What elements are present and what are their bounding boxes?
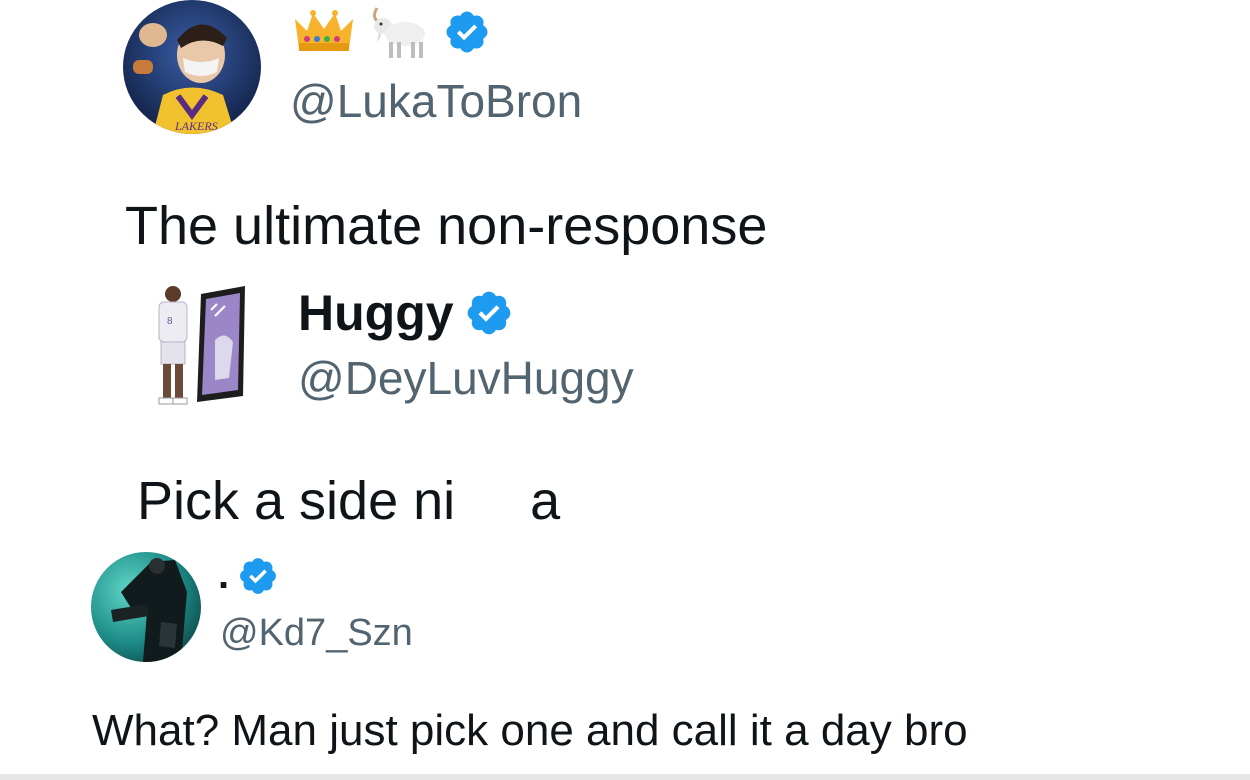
user-handle[interactable]: @Kd7_Szn bbox=[220, 612, 413, 655]
display-name[interactable]: Huggy bbox=[298, 284, 454, 342]
avatar-player-mirror-icon[interactable]: 8 bbox=[145, 280, 257, 408]
user-handle[interactable]: @LukaToBron bbox=[290, 74, 582, 128]
verified-badge-icon bbox=[464, 288, 514, 338]
avatar-lakers-player-icon[interactable]: LAKERS bbox=[123, 0, 261, 134]
name-emoji-row bbox=[293, 4, 491, 60]
display-name-row: Huggy bbox=[298, 284, 514, 342]
verified-badge-icon bbox=[237, 555, 279, 597]
goat-icon bbox=[369, 4, 429, 60]
display-name[interactable]: . bbox=[218, 553, 229, 598]
tweet-text: The ultimate non-response bbox=[125, 196, 768, 256]
crown-icon bbox=[293, 9, 355, 55]
user-handle[interactable]: @DeyLuvHuggy bbox=[298, 351, 634, 405]
verified-badge-icon bbox=[443, 8, 491, 56]
tweet-text: What? Man just pick one and call it a da… bbox=[92, 706, 968, 755]
avatar-teal-figure-icon[interactable] bbox=[91, 552, 201, 662]
display-name-row: . bbox=[218, 553, 279, 598]
svg-text:LAKERS: LAKERS bbox=[174, 119, 218, 133]
tweet-text: Pick a side ni a bbox=[137, 471, 561, 531]
divider bbox=[0, 774, 1250, 780]
svg-text:8: 8 bbox=[167, 316, 173, 327]
